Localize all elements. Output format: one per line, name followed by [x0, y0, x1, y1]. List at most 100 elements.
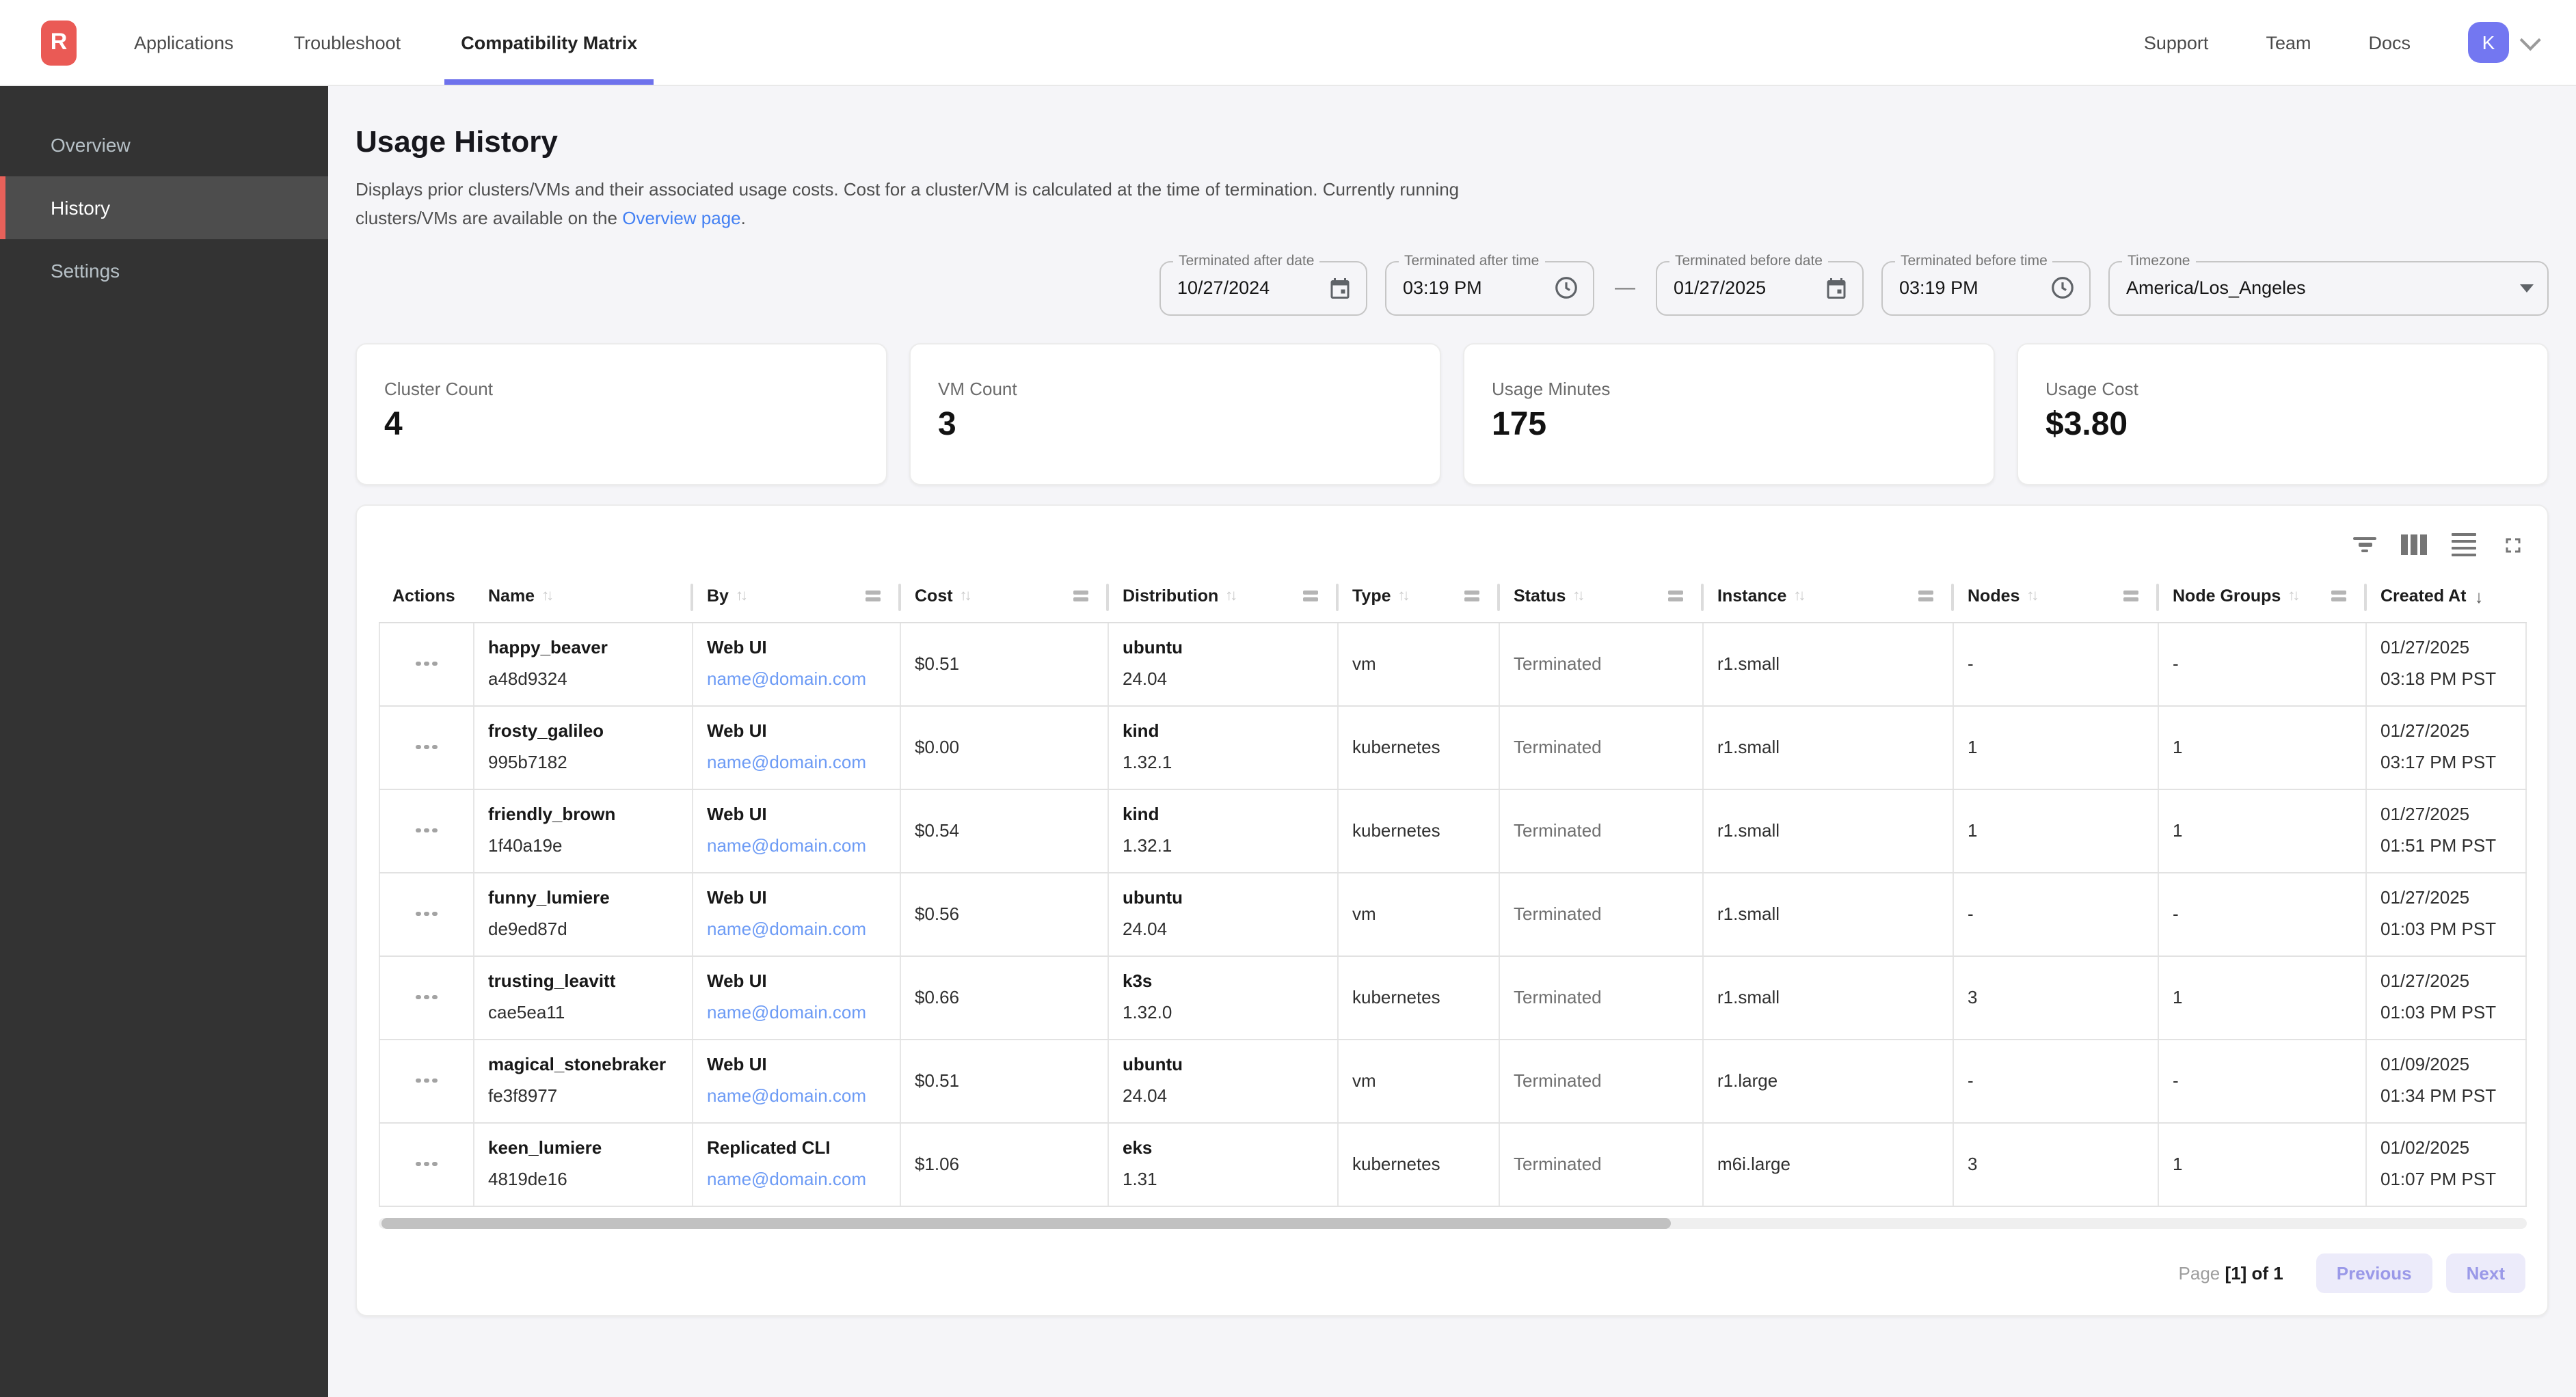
row-actions-button[interactable]: [414, 904, 440, 925]
cost-value: $0.54: [915, 817, 1094, 844]
columns-icon[interactable]: [2401, 534, 2427, 555]
cell-node_groups: -: [2159, 623, 2367, 705]
created-by-source: Replicated CLI: [707, 1135, 886, 1162]
row-actions-button[interactable]: [414, 737, 440, 758]
sort-icon[interactable]: ↑↓: [2287, 588, 2297, 604]
fullscreen-icon[interactable]: [2501, 532, 2525, 557]
timezone-select[interactable]: Timezone America/Los_Angeles: [2108, 260, 2549, 315]
email-link[interactable]: name@domain.com: [707, 1085, 866, 1106]
column-header-nodes[interactable]: Nodes↑↓: [1954, 571, 2159, 621]
cell-instance: r1.small: [1704, 789, 1954, 871]
calendar-icon[interactable]: [1328, 275, 1352, 300]
nav-tab-applications[interactable]: Applications: [134, 0, 234, 85]
email-link[interactable]: name@domain.com: [707, 1169, 866, 1189]
created-time: 01:03 PM PST: [2380, 916, 2512, 943]
dropdown-arrow-icon[interactable]: [2520, 284, 2534, 292]
nav-tab-compatibility-matrix[interactable]: Compatibility Matrix: [461, 0, 637, 85]
terminated-before-time-input[interactable]: Terminated before time 03:19 PM: [1881, 260, 2091, 315]
sort-icon[interactable]: ↑↓: [1572, 588, 1582, 604]
nav-tab-label: Troubleshoot: [294, 32, 401, 53]
row-actions-button[interactable]: [414, 653, 440, 675]
nav-link-docs[interactable]: Docs: [2368, 32, 2411, 53]
sidebar-item-settings[interactable]: Settings: [0, 239, 328, 302]
cell-by: Web UIname@domain.com: [693, 956, 901, 1038]
terminated-before-date-input[interactable]: Terminated before date 01/27/2025: [1656, 260, 1864, 315]
column-menu-icon[interactable]: [2331, 588, 2346, 605]
chevron-down-icon[interactable]: [2520, 29, 2541, 50]
distribution-version: 1.32.1: [1123, 832, 1324, 860]
cell-type: kubernetes: [1339, 1123, 1500, 1205]
nav-link-support[interactable]: Support: [2144, 32, 2209, 53]
sidebar-item-history[interactable]: History: [0, 176, 328, 239]
column-header-created_at[interactable]: Created At↓: [2367, 571, 2527, 621]
row-actions-button[interactable]: [414, 1154, 440, 1175]
previous-button[interactable]: Previous: [2316, 1253, 2432, 1292]
filter-icon[interactable]: [2353, 534, 2376, 556]
column-menu-icon[interactable]: [2123, 588, 2138, 605]
column-header-label: Actions: [392, 586, 455, 606]
nodes-value: -: [1968, 650, 2144, 677]
type-value: kubernetes: [1352, 1150, 1485, 1178]
email-link[interactable]: name@domain.com: [707, 835, 866, 856]
table-row: funny_lumierede9ed87dWeb UIname@domain.c…: [379, 873, 2527, 956]
cell-type: kubernetes: [1339, 956, 1500, 1038]
cost-value: $0.56: [915, 900, 1094, 927]
instance-value: r1.small: [1717, 733, 1939, 761]
overview-page-link[interactable]: Overview page: [622, 208, 740, 228]
cost-value: $0.51: [915, 1067, 1094, 1094]
column-header-name[interactable]: Name↑↓: [474, 571, 693, 621]
terminated-after-time-input[interactable]: Terminated after time 03:19 PM: [1385, 260, 1594, 315]
sort-icon[interactable]: ↑↓: [960, 588, 969, 604]
email-link[interactable]: name@domain.com: [707, 1002, 866, 1022]
row-actions-button[interactable]: [414, 820, 440, 841]
nav-tab-troubleshoot[interactable]: Troubleshoot: [294, 0, 401, 85]
nav-link-team[interactable]: Team: [2266, 32, 2311, 53]
density-icon[interactable]: [2452, 530, 2476, 560]
sort-icon[interactable]: ↑↓: [2026, 588, 2036, 604]
column-menu-icon[interactable]: [866, 588, 881, 605]
column-header-instance[interactable]: Instance↑↓: [1704, 571, 1954, 621]
created-by-source: Web UI: [707, 801, 886, 828]
column-menu-icon[interactable]: [1073, 588, 1088, 605]
column-header-distribution[interactable]: Distribution↑↓: [1109, 571, 1339, 621]
sort-icon[interactable]: ↑↓: [1793, 588, 1803, 604]
replicated-logo-icon[interactable]: R: [41, 20, 77, 65]
sort-icon[interactable]: ↑↓: [541, 588, 551, 604]
next-button[interactable]: Next: [2446, 1253, 2525, 1292]
column-menu-icon[interactable]: [1668, 588, 1683, 605]
status-badge: Terminated: [1514, 984, 1689, 1011]
column-menu-icon[interactable]: [1464, 588, 1479, 605]
page-head: Usage History Displays prior clusters/VM…: [355, 124, 2549, 233]
calendar-icon[interactable]: [1824, 275, 1849, 300]
column-header-status[interactable]: Status↑↓: [1500, 571, 1704, 621]
terminated-after-date-input[interactable]: Terminated after date 10/27/2024: [1159, 260, 1367, 315]
horizontal-scrollbar-thumb[interactable]: [381, 1217, 1671, 1228]
column-header-cost[interactable]: Cost↑↓: [901, 571, 1109, 621]
sort-icon[interactable]: ↑↓: [736, 588, 745, 604]
app-root: R Applications Troubleshoot Compatibilit…: [0, 0, 2576, 1397]
column-menu-icon[interactable]: [1918, 588, 1933, 605]
sort-icon[interactable]: ↑↓: [1225, 588, 1235, 604]
column-header-label: Type: [1352, 586, 1391, 606]
email-link[interactable]: name@domain.com: [707, 668, 866, 689]
nodes-value: -: [1968, 1067, 2144, 1094]
column-header-by[interactable]: By↑↓: [693, 571, 901, 621]
type-value: vm: [1352, 900, 1485, 927]
stat-value: 4: [384, 405, 859, 444]
clock-icon[interactable]: [1553, 275, 1579, 301]
clock-icon[interactable]: [2050, 275, 2076, 301]
user-menu[interactable]: K: [2468, 22, 2535, 63]
column-header-type[interactable]: Type ↑↓: [1339, 571, 1500, 621]
row-actions-button[interactable]: [414, 1070, 440, 1091]
filters-row: Terminated after date 10/27/2024 Termina…: [355, 260, 2549, 315]
email-link[interactable]: name@domain.com: [707, 752, 866, 772]
email-link[interactable]: name@domain.com: [707, 919, 866, 939]
horizontal-scrollbar-track[interactable]: [379, 1217, 2527, 1228]
column-header-node_groups[interactable]: Node Groups↑↓: [2159, 571, 2367, 621]
sort-desc-icon[interactable]: ↓: [2475, 586, 2484, 606]
avatar[interactable]: K: [2468, 22, 2509, 63]
row-actions-button[interactable]: [414, 987, 440, 1008]
sidebar-item-overview[interactable]: Overview: [0, 113, 328, 176]
column-menu-icon[interactable]: [1303, 588, 1318, 605]
sort-icon[interactable]: ↑↓: [1398, 588, 1408, 604]
